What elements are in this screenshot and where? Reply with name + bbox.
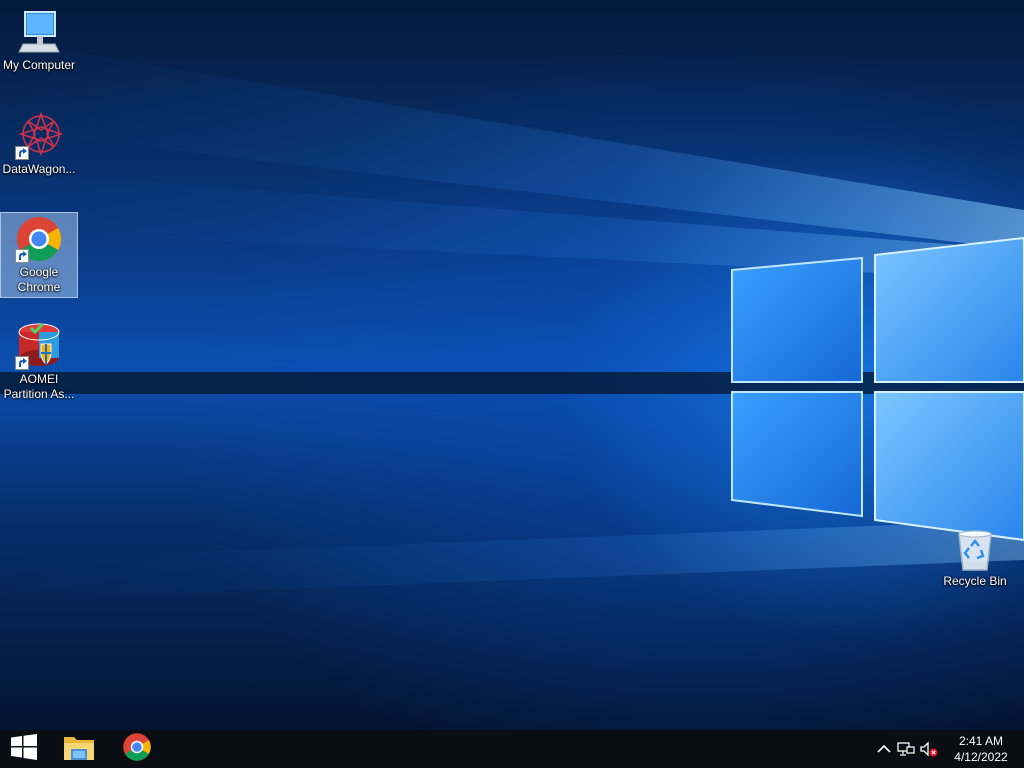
taskbar-clock[interactable]: 2:41 AM 4/12/2022 xyxy=(944,733,1018,765)
aomei-icon xyxy=(15,322,63,370)
clock-date: 4/12/2022 xyxy=(954,750,1008,764)
desktop-icon-label: DataWagon... xyxy=(2,162,76,176)
shortcut-arrow-icon xyxy=(15,356,29,370)
desktop-icon-google-chrome[interactable]: Google Chrome xyxy=(0,212,78,298)
chevron-up-icon[interactable] xyxy=(875,740,893,758)
shortcut-arrow-icon xyxy=(15,249,29,263)
taskbar-google-chrome[interactable] xyxy=(113,730,161,768)
taskbar-file-explorer[interactable] xyxy=(55,730,103,768)
desktop-icon-recycle-bin[interactable]: Recycle Bin xyxy=(937,528,1013,589)
volume-muted-icon[interactable] xyxy=(920,740,938,758)
recycle-bin-icon xyxy=(953,528,997,572)
windows-logo-light-rays xyxy=(0,40,1024,600)
desktop-icon-datawagon[interactable]: DataWagon... xyxy=(1,111,77,177)
desktop-icon-label: My Computer xyxy=(2,58,76,72)
network-icon[interactable] xyxy=(897,740,915,758)
chrome-icon xyxy=(15,215,63,263)
clock-time: 2:41 AM xyxy=(958,734,1004,748)
desktop-icon-label: Recycle Bin xyxy=(943,574,1007,588)
desktop-icon-aomei-partition[interactable]: AOMEI Partition As... xyxy=(1,322,77,402)
desktop-icon-label: Google Chrome xyxy=(17,265,61,294)
taskbar: 2:41 AM 4/12/2022 xyxy=(0,730,1024,768)
computer-icon xyxy=(15,8,63,56)
datawagon-icon xyxy=(15,111,64,160)
desktop-icon-label: AOMEI Partition As... xyxy=(3,372,75,401)
desktop-icon-my-computer[interactable]: My Computer xyxy=(1,8,77,73)
start-button[interactable] xyxy=(0,730,48,768)
desktop-wallpaper xyxy=(0,0,1024,730)
shortcut-arrow-icon xyxy=(15,146,29,160)
chrome-icon xyxy=(122,732,152,767)
folder-icon xyxy=(62,732,96,767)
windows-logo-icon xyxy=(11,733,37,765)
